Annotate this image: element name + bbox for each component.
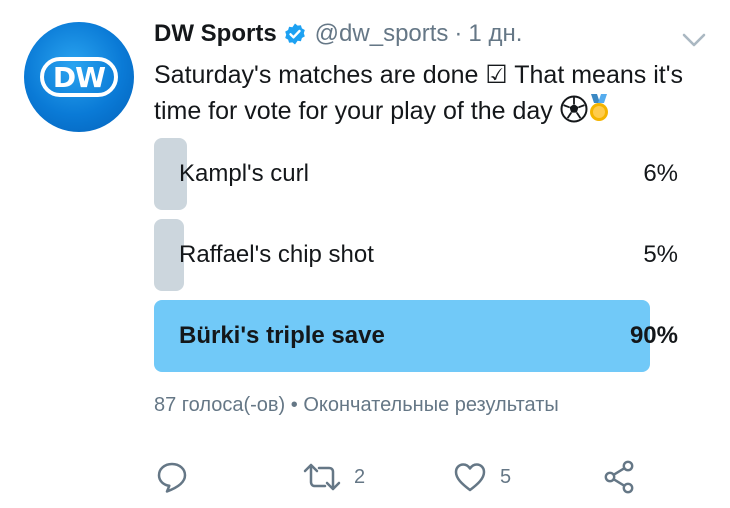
poll-option-percent: 90% xyxy=(629,322,678,349)
chevron-down-icon[interactable] xyxy=(680,30,708,50)
author-name[interactable]: DW Sports xyxy=(154,20,277,48)
poll-status: Окончательные результаты xyxy=(303,394,559,416)
poll-option: Raffael's chip shot 5% xyxy=(154,219,678,291)
retweet-button[interactable]: 2 xyxy=(302,458,365,496)
poll-option-label: Raffael's chip shot xyxy=(179,241,374,268)
retweet-count: 2 xyxy=(354,465,366,488)
poll-option-label: Bürki's triple save xyxy=(179,322,385,349)
tweet-header: DW Sports @dw_sports · 1 дн. xyxy=(154,18,522,50)
poll-option-percent: 5% xyxy=(643,241,678,268)
poll-vote-count: 87 голоса(-ов) xyxy=(154,394,286,416)
like-button[interactable]: 5 xyxy=(452,458,511,496)
tweet-text: Saturday's matches are done ☑ That means… xyxy=(154,58,714,133)
author-handle[interactable]: @dw_sports xyxy=(315,20,449,48)
tweet-timestamp[interactable]: 1 дн. xyxy=(468,20,522,48)
heart-icon xyxy=(452,459,488,495)
poll-option-label: Kampl's curl xyxy=(179,160,309,187)
reply-button[interactable] xyxy=(154,458,190,496)
poll-meta-separator: • xyxy=(290,394,298,416)
reply-icon xyxy=(154,459,190,495)
share-button[interactable] xyxy=(602,458,638,496)
poll-meta: 87 голоса(-ов) • Окончательные результат… xyxy=(154,394,559,417)
dw-logo: DW xyxy=(40,57,118,97)
tweet-actions: 2 5 xyxy=(154,458,644,496)
share-icon xyxy=(602,459,638,495)
header-separator: · xyxy=(454,20,463,47)
soccer-ball-icon xyxy=(560,95,588,133)
poll: Kampl's curl 6% Raffael's chip shot 5% B… xyxy=(154,138,678,381)
verified-badge-icon xyxy=(283,22,307,46)
retweet-icon xyxy=(302,459,342,495)
medal-icon xyxy=(588,93,610,133)
poll-option-winner: Bürki's triple save 90% xyxy=(154,300,678,372)
poll-option-percent: 6% xyxy=(643,160,678,187)
avatar-logo-text: DW xyxy=(52,60,106,94)
poll-option: Kampl's curl 6% xyxy=(154,138,678,210)
like-count: 5 xyxy=(500,465,512,488)
avatar[interactable]: DW xyxy=(24,22,134,132)
